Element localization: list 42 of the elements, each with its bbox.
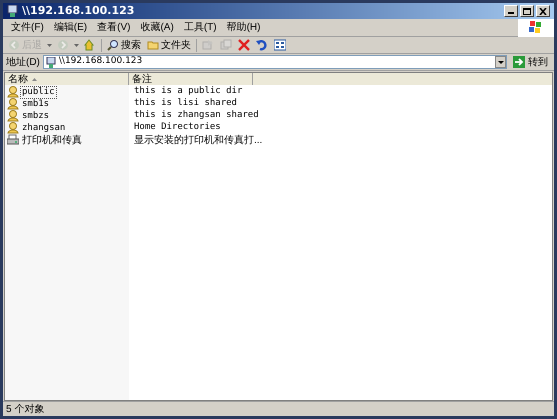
close-icon — [539, 8, 547, 14]
undo-icon[interactable] — [255, 39, 269, 51]
menu-item[interactable]: 编辑(E) — [52, 20, 90, 35]
grid-icon[interactable] — [273, 39, 287, 51]
sort-arrow-icon — [32, 78, 37, 80]
menu-item[interactable]: 收藏(A) — [138, 20, 176, 35]
status-text: 5 个对象 — [6, 402, 44, 416]
table-cell-text: this is zhangsan shared — [133, 109, 259, 122]
printer-icon[interactable] — [7, 134, 19, 146]
dropdown-button[interactable] — [495, 56, 506, 68]
caret-icon — [498, 60, 504, 64]
caret-icon[interactable] — [74, 44, 79, 46]
menu-item[interactable]: 帮助(H) — [224, 20, 262, 35]
table-cell-text: Home Directories — [133, 121, 221, 134]
toolbar-button[interactable]: 搜索 — [106, 38, 142, 52]
table-cell-text: 显示安装的打印机和传真打... — [133, 134, 262, 148]
caret-icon[interactable] — [47, 44, 52, 46]
address-field[interactable]: \\192.168.100.123 — [42, 55, 507, 69]
window-title: \\192.168.100.123 — [22, 2, 134, 19]
go-button[interactable]: 转到 — [510, 54, 551, 70]
close-icon[interactable] — [237, 39, 251, 51]
minimize-button[interactable] — [504, 5, 518, 17]
file-name[interactable]: smbzs — [20, 110, 52, 122]
table-cell-text: this is lisi shared — [133, 97, 237, 110]
close-button[interactable] — [536, 5, 550, 17]
menu-item[interactable]: 文件(F) — [9, 20, 46, 35]
folder-icon — [147, 39, 159, 51]
file-name[interactable]: 打印机和传真 — [20, 134, 84, 146]
windows-logo-icon — [518, 18, 554, 36]
menu-item[interactable]: 查看(V) — [95, 20, 132, 35]
column-header[interactable]: 备注 — [129, 73, 253, 85]
file-name[interactable]: zhangsan — [20, 122, 68, 134]
toolbar-button[interactable]: 文件夹 — [146, 38, 192, 52]
up-arrow-icon[interactable] — [83, 39, 97, 51]
search-icon — [107, 39, 119, 51]
file-name[interactable]: smb1s — [20, 98, 52, 110]
arrow-icon — [513, 56, 525, 68]
file-name[interactable]: public — [20, 86, 57, 98]
table-cell-text: this is a public dir — [133, 85, 242, 98]
maximize-button[interactable] — [520, 5, 534, 17]
address-label: 地址(D) — [6, 56, 40, 70]
menu-item[interactable]: 工具(T) — [182, 20, 219, 35]
